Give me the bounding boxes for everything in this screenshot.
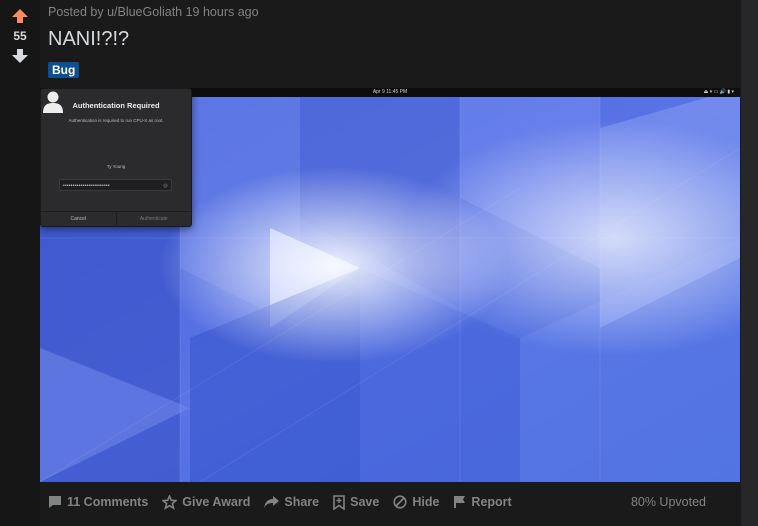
- post-flair[interactable]: Bug: [48, 62, 80, 78]
- save-label: Save: [350, 495, 380, 509]
- system-tray: ⏏ ▾ ▭ 🔊 ▮ ▾: [703, 89, 734, 95]
- vote-column: 55: [0, 0, 40, 526]
- hide-button[interactable]: Hide: [393, 495, 439, 509]
- share-label: Share: [284, 495, 320, 509]
- vote-score: 55: [13, 29, 27, 43]
- give-award-button[interactable]: Give Award: [162, 494, 251, 510]
- authenticate-button: Authenticate: [115, 212, 192, 227]
- share-icon: [264, 496, 280, 508]
- comments-label: 11 Comments: [67, 495, 149, 509]
- comment-icon: [49, 496, 61, 508]
- post-actions: 11 Comments Give Award Share Save Hide R…: [48, 494, 526, 510]
- downvote-arrow-icon[interactable]: [12, 49, 28, 63]
- comments-button[interactable]: 11 Comments: [48, 495, 148, 509]
- post-meta[interactable]: Posted by u/BlueGoliath 19 hours ago: [48, 5, 259, 19]
- dialog-username: Ty Young: [106, 164, 126, 169]
- password-mask: ••••••••••••••••••••••••: [63, 183, 110, 189]
- hide-label: Hide: [412, 495, 440, 509]
- hide-icon: [393, 495, 407, 509]
- award-icon: [162, 494, 178, 510]
- give-award-label: Give Award: [182, 495, 251, 509]
- report-label: Report: [471, 495, 512, 509]
- post-image[interactable]: Apr 9 11:45 PM ⏏ ▾ ▭ 🔊 ▮ ▾ Authenticatio…: [40, 88, 740, 482]
- auth-dialog: Authentication Required Authentication i…: [40, 88, 192, 227]
- upvote-ratio: 80% Upvoted: [630, 495, 706, 509]
- report-icon: [454, 496, 466, 508]
- right-gutter: [741, 0, 758, 526]
- password-field: •••••••••••••••••••••••• ◎: [59, 179, 172, 191]
- save-button[interactable]: Save: [333, 494, 380, 510]
- reveal-password-icon: ◎: [163, 183, 168, 189]
- post-card: 55 Posted by u/BlueGoliath 19 hours ago …: [0, 0, 741, 526]
- cancel-button: Cancel: [70, 216, 87, 222]
- dialog-message: Authentication is required to run CPU-X …: [68, 118, 164, 123]
- post-title[interactable]: NANI!?!?: [48, 28, 129, 51]
- user-avatar-icon: [43, 91, 63, 113]
- save-icon: [333, 494, 345, 510]
- dialog-buttons: Cancel Authenticate: [41, 211, 191, 227]
- upvote-arrow-icon[interactable]: [12, 9, 28, 23]
- report-button[interactable]: Report: [453, 495, 512, 509]
- share-button[interactable]: Share: [264, 495, 319, 509]
